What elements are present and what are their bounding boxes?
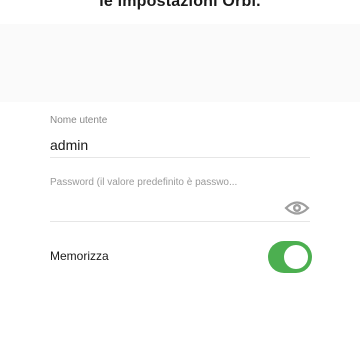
password-divider	[50, 221, 310, 222]
username-field[interactable]	[50, 137, 300, 153]
username-divider	[50, 157, 310, 158]
eye-icon[interactable]	[284, 198, 310, 218]
password-field[interactable]	[50, 177, 265, 188]
header-instruction: le impostazioni Orbi.	[99, 0, 261, 10]
header-band	[0, 24, 360, 102]
username-label: Nome utente	[50, 115, 108, 126]
remember-label: Memorizza	[50, 249, 109, 263]
toggle-knob	[284, 245, 308, 269]
remember-toggle[interactable]	[268, 241, 312, 273]
